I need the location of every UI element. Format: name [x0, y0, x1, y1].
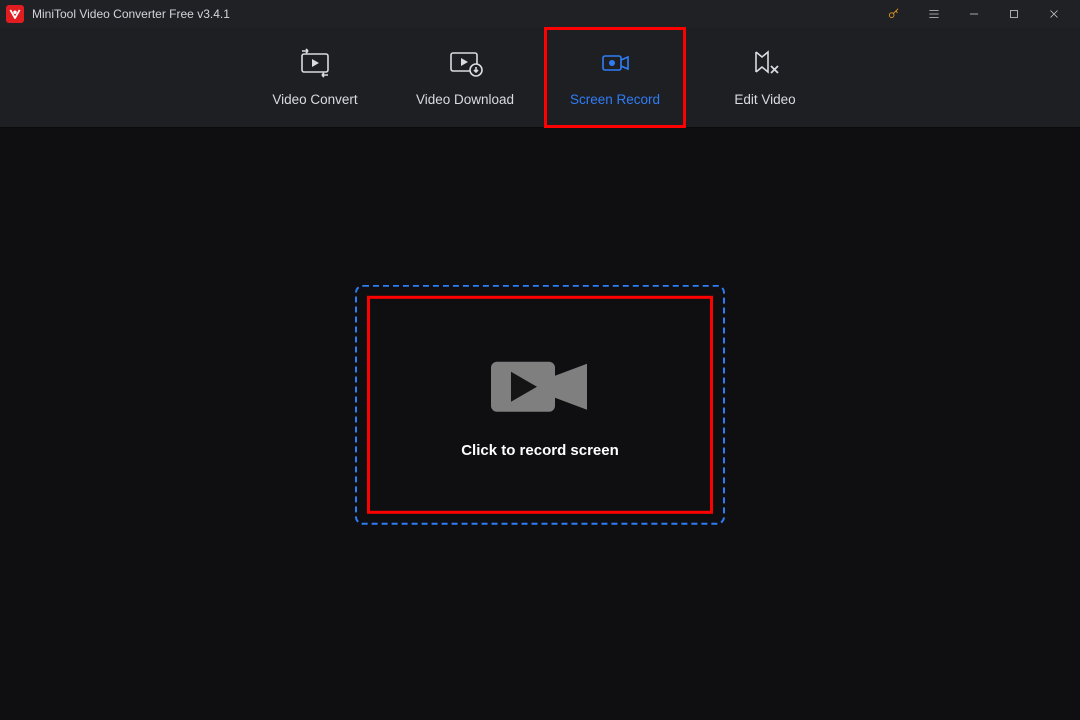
tab-label: Video Convert — [272, 92, 357, 107]
tab-video-convert[interactable]: Video Convert — [245, 28, 385, 127]
tab-video-download[interactable]: Video Download — [395, 28, 535, 127]
record-drop-zone-inner[interactable]: Click to record screen — [370, 299, 710, 511]
tab-label: Edit Video — [734, 92, 795, 107]
video-download-icon — [447, 48, 483, 78]
menu-button[interactable] — [914, 0, 954, 28]
title-bar: MiniTool Video Converter Free v3.4.1 — [0, 0, 1080, 28]
maximize-button[interactable] — [994, 0, 1034, 28]
upgrade-key-button[interactable] — [874, 0, 914, 28]
app-title: MiniTool Video Converter Free v3.4.1 — [32, 7, 230, 21]
record-drop-zone[interactable]: Click to record screen — [355, 285, 725, 525]
minimize-button[interactable] — [954, 0, 994, 28]
app-logo-icon — [6, 5, 24, 23]
tab-screen-record[interactable]: Screen Record — [545, 28, 685, 127]
video-convert-icon — [297, 48, 333, 78]
main-panel: Click to record screen — [0, 128, 1080, 720]
tab-edit-video[interactable]: Edit Video — [695, 28, 835, 127]
screen-record-icon — [597, 48, 633, 78]
record-prompt-text: Click to record screen — [461, 441, 619, 458]
main-toolbar: Video Convert Video Download Screen Reco… — [0, 28, 1080, 128]
camcorder-icon — [485, 351, 595, 421]
close-button[interactable] — [1034, 0, 1074, 28]
edit-video-icon — [748, 48, 782, 78]
tab-label: Screen Record — [570, 92, 660, 107]
tab-label: Video Download — [416, 92, 514, 107]
